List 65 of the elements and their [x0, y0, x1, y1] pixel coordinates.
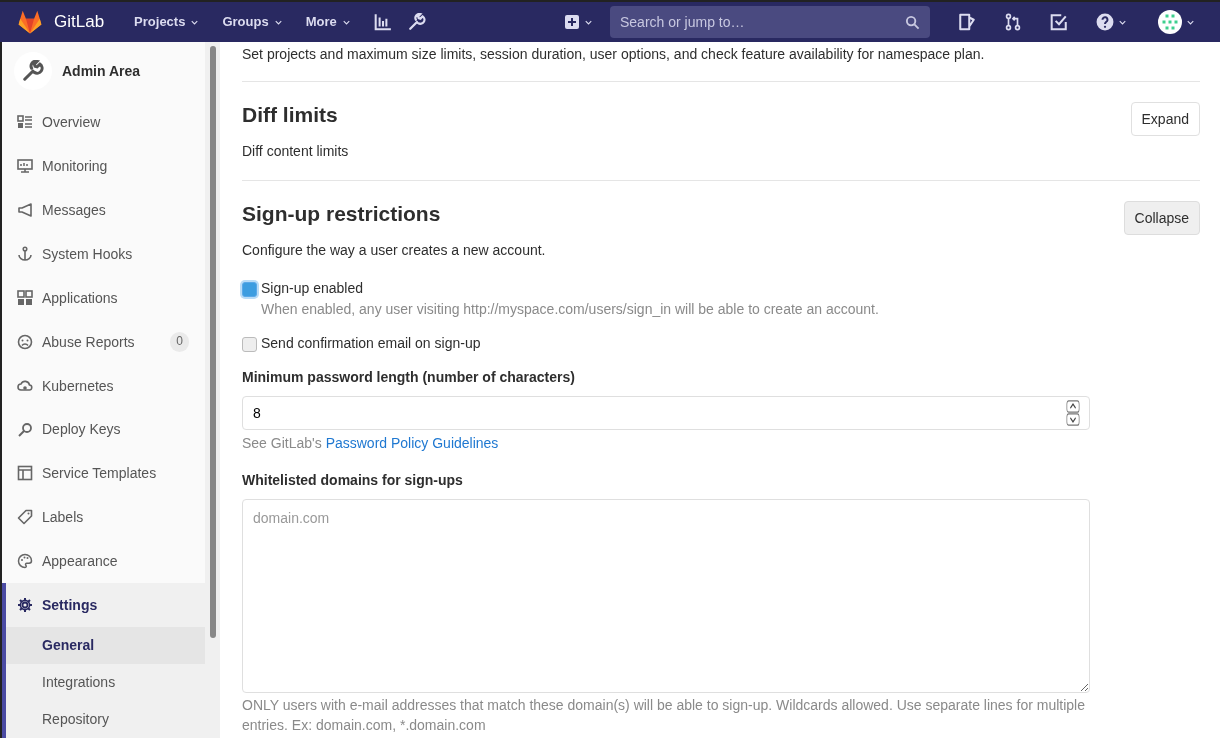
grid-icon	[17, 289, 33, 306]
wrench-icon	[22, 60, 44, 83]
brand-name[interactable]: GitLab	[54, 9, 105, 35]
sidebar-item[interactable]: Settings	[2, 583, 205, 627]
search-icon	[905, 15, 920, 30]
toggle-button[interactable]: Collapse	[1123, 200, 1200, 235]
section-description: Configure the way a user creates a new account.	[242, 240, 546, 260]
section-title: Sign-up restrictions	[242, 200, 442, 226]
help-text: When enabled, any user visiting http://myspace.com/users/sign_in will be able to create an account.	[261, 299, 879, 319]
sidebar-item[interactable]: System Hooks	[2, 232, 205, 276]
help-text: See GitLab's Password Policy Guidelines	[242, 434, 500, 454]
section-description: Set projects and maximum size limits, session duration, user options, and check feature availability for namespace plan.	[242, 44, 1200, 83]
checkbox[interactable]	[242, 336, 257, 352]
palette-icon	[17, 553, 33, 570]
merge-request-icon	[1004, 13, 1022, 31]
number-field[interactable]: 8	[242, 396, 1090, 431]
policy-link[interactable]: Password Policy Guidelines	[325, 435, 499, 452]
checkbox-icon	[1050, 13, 1068, 31]
sidebar-item[interactable]: Service Templates	[2, 451, 205, 496]
nav-menu[interactable]: Groups	[214, 12, 292, 32]
megaphone-icon	[17, 202, 33, 219]
wrench-icon	[407, 13, 426, 31]
section-description: Diff content limits	[242, 142, 349, 162]
checkbox-label: Sign-up enabled	[261, 279, 364, 299]
count-badge: 0	[170, 332, 189, 352]
avatar-icon	[1158, 10, 1182, 34]
sidebar-item[interactable]: Labels	[2, 495, 205, 540]
search-field[interactable]: Search or jump to…	[610, 6, 930, 38]
settings-icon	[17, 597, 33, 614]
sidebar-item[interactable]: Appearance	[2, 539, 205, 584]
sidebar-subitem[interactable]: General	[6, 627, 205, 664]
nav-menu[interactable]: More	[297, 12, 360, 32]
layout-icon	[17, 465, 33, 482]
grid-list-icon	[17, 114, 33, 131]
sidebar-item[interactable]: Kubernetes	[2, 363, 205, 408]
sidebar-item[interactable]: Abuse Reports 0	[2, 319, 205, 364]
sidebar-subitem[interactable]: Repository	[6, 701, 205, 738]
sidebar-item[interactable]: Monitoring	[2, 144, 205, 189]
toggle-button[interactable]: Expand	[1130, 102, 1200, 137]
nav-menu[interactable]: Projects	[126, 12, 209, 32]
bar-chart-icon	[373, 13, 392, 31]
fox-logo-icon	[16, 9, 44, 35]
field-label: Whitelisted domains for sign-ups	[242, 470, 464, 490]
plus-square-icon	[564, 14, 580, 30]
field-label: Minimum password length (number of characters)	[242, 368, 576, 388]
key-icon	[17, 421, 33, 438]
sidebar-title: Admin Area	[62, 62, 141, 82]
document-icon	[958, 13, 976, 31]
scrollbar-thumb[interactable]	[210, 46, 216, 638]
help-icon	[1096, 13, 1114, 31]
sidebar-item[interactable]: Messages	[2, 188, 205, 233]
checkbox[interactable]	[242, 282, 257, 298]
section-title: Diff limits	[242, 102, 339, 128]
spinner-arrows-icon	[1066, 400, 1080, 427]
anchor-icon	[17, 246, 33, 263]
tag-icon	[17, 509, 33, 526]
sidebar-item[interactable]: Overview	[2, 100, 205, 145]
help-text: ONLY users with e-mail addresses that match these domain(s) will be able to sign-up. Wildcards allowed. Use separate lines for multiple entries. Ex: domain.com, *.domain.com	[242, 696, 1086, 736]
checkbox-label: Send confirmation email on sign-up	[261, 333, 481, 353]
sad-face-icon	[17, 333, 33, 350]
sidebar-item[interactable]: Applications	[2, 276, 205, 320]
sidebar-item[interactable]: Deploy Keys	[2, 407, 205, 452]
domains-field[interactable]: domain.com	[242, 499, 1090, 694]
monitor-icon	[17, 158, 33, 175]
sidebar-subitem[interactable]: Integrations	[6, 664, 205, 701]
